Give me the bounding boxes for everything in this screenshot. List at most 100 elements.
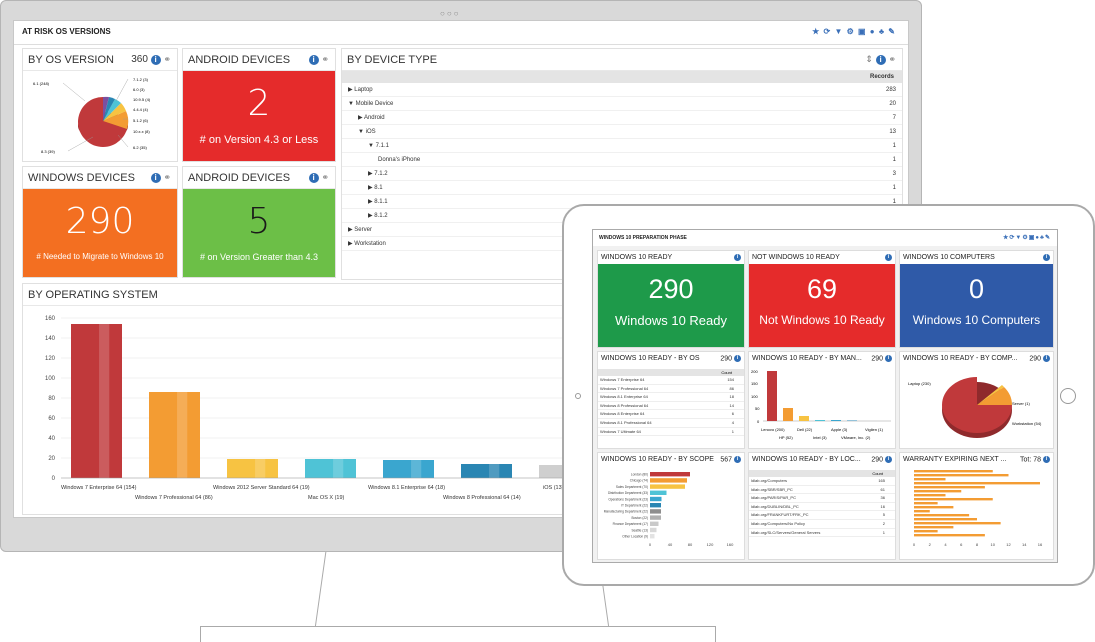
expand-icon[interactable]: ▼: [358, 129, 366, 135]
warranty-bar[interactable]: [914, 498, 993, 501]
panel-header: WARRANTY EXPIRING NEXT ... Tot: 78 i: [900, 453, 1053, 466]
table-row[interactable]: ldlab.org/Computers/No Policy 2: [749, 520, 895, 529]
count-header[interactable]: Count: [598, 369, 744, 376]
bar-4[interactable]: [383, 460, 434, 478]
table-row[interactable]: Windows 8 Professional 64 14: [598, 402, 744, 411]
not-ready-tile[interactable]: 69 Not Windows 10 Ready: [749, 264, 895, 347]
bar-3[interactable]: [305, 459, 356, 478]
link-icon[interactable]: ⚭: [321, 54, 329, 65]
expand-icon[interactable]: ▼: [368, 143, 376, 149]
link-icon[interactable]: ⚭: [888, 54, 896, 65]
table-row[interactable]: ldlab.org/DUBLIN/DBL_PC 16: [749, 503, 895, 512]
info-icon[interactable]: i: [1043, 254, 1050, 261]
warranty-bar[interactable]: [914, 510, 930, 513]
records-header[interactable]: Records: [342, 71, 902, 83]
computers-tile[interactable]: 0 Windows 10 Computers: [900, 264, 1053, 347]
table-row[interactable]: ldlab.org/PARIS/PAR_PC 36: [749, 494, 895, 503]
tree-row-label: 8.1.1: [374, 199, 388, 205]
scope-bar[interactable]: [650, 496, 662, 502]
expand-icon[interactable]: ▼: [348, 101, 356, 107]
ready-tile[interactable]: 290 Windows 10 Ready: [598, 264, 744, 347]
tablet-home-button[interactable]: [1060, 388, 1076, 404]
scope-bar[interactable]: [650, 509, 661, 514]
table-row[interactable]: ldlab.org/SLC/Servers/General Servers 1: [749, 529, 895, 538]
info-icon[interactable]: i: [1043, 355, 1050, 362]
warranty-bar[interactable]: [914, 526, 954, 529]
warranty-bar[interactable]: [914, 522, 1001, 525]
tree-row[interactable]: ▶ Laptop 283: [342, 83, 902, 97]
link-icon[interactable]: ⚭: [321, 172, 329, 183]
table-row[interactable]: ldlab.org/Computers 165: [749, 477, 895, 486]
tree-row[interactable]: ▼ 7.1.1 1: [342, 139, 902, 153]
warranty-bar[interactable]: [914, 474, 1009, 477]
sort-icon[interactable]: ⇕: [865, 54, 873, 65]
info-icon[interactable]: i: [885, 355, 892, 362]
info-icon[interactable]: i: [885, 254, 892, 261]
scope-bar[interactable]: [650, 478, 687, 483]
tree-row[interactable]: ▼ Mobile Device 20: [342, 97, 902, 111]
warranty-bar[interactable]: [914, 494, 946, 497]
info-icon[interactable]: i: [875, 54, 886, 65]
table-row[interactable]: ldlab.org/SBR/SBR_PC 61: [749, 486, 895, 495]
scope-bar[interactable]: [650, 521, 659, 526]
y-tick-label: 120: [45, 356, 56, 362]
count-header[interactable]: Count: [749, 470, 895, 477]
bar-1[interactable]: [149, 392, 200, 478]
info-icon[interactable]: i: [150, 172, 161, 183]
panel-title: WINDOWS 10 READY - BY MAN...: [752, 355, 862, 362]
link-icon[interactable]: ⚭: [163, 54, 171, 65]
info-icon[interactable]: i: [1043, 456, 1050, 463]
warranty-bar[interactable]: [914, 486, 985, 489]
scope-bar[interactable]: [650, 527, 657, 533]
scope-bar[interactable]: [650, 503, 661, 508]
bar-5[interactable]: [461, 464, 512, 478]
table-row[interactable]: Windows 8 Enterprise 64 6: [598, 410, 744, 419]
row-label: ldlab.org/SLC/Servers/General Servers: [751, 529, 821, 535]
y-tick-label: 0: [52, 476, 56, 482]
warranty-bar[interactable]: [914, 470, 993, 473]
info-icon[interactable]: i: [885, 456, 892, 463]
bar-highlight: [99, 324, 110, 478]
scope-bar[interactable]: [650, 472, 690, 477]
table-row[interactable]: Windows 7 Professional 64 86: [598, 385, 744, 394]
info-icon[interactable]: i: [308, 172, 319, 183]
bar-0[interactable]: [71, 324, 122, 478]
warranty-bar[interactable]: [914, 530, 938, 533]
link-icon[interactable]: ⚭: [163, 172, 171, 183]
dashboard-toolbar-icons[interactable]: ★ ⟳ ▼ ⚙ ▣ ● ♣ ✎: [812, 27, 896, 36]
android-high-tile[interactable]: 5 # on Version Greater than 4.3: [183, 189, 335, 277]
warranty-bar[interactable]: [914, 490, 962, 493]
scope-bar[interactable]: [650, 534, 655, 539]
tablet-toolbar-icons[interactable]: ★⟳▼⚙▣●♣✎: [1003, 234, 1051, 241]
table-row[interactable]: Windows 7 Ultimate 64 1: [598, 428, 744, 437]
info-icon[interactable]: i: [734, 355, 741, 362]
warranty-bar[interactable]: [914, 478, 946, 481]
table-row[interactable]: ldlab.org/FRANKFURT/FRK_PC 5: [749, 511, 895, 520]
info-icon[interactable]: i: [308, 54, 319, 65]
warranty-bar[interactable]: [914, 482, 1040, 485]
info-icon[interactable]: i: [734, 254, 741, 261]
scope-bar[interactable]: [650, 490, 667, 495]
tree-row[interactable]: Donna's iPhone 1: [342, 153, 902, 167]
windows-migrate-tile[interactable]: 290 # Needed to Migrate to Windows 10: [23, 189, 177, 277]
warranty-bar[interactable]: [914, 514, 970, 517]
tile-value: 290: [648, 274, 694, 304]
info-icon[interactable]: i: [150, 54, 161, 65]
warranty-bar[interactable]: [914, 518, 977, 521]
scope-bar[interactable]: [650, 484, 685, 489]
tree-row-label: 8.1.2: [374, 213, 388, 219]
info-icon[interactable]: i: [734, 456, 741, 463]
warranty-bar[interactable]: [914, 534, 985, 537]
table-row[interactable]: Windows 7 Enterprise 64 154: [598, 376, 744, 385]
warranty-bar[interactable]: [914, 502, 938, 505]
table-row[interactable]: Windows 8.1 Professional 64 4: [598, 419, 744, 428]
tree-row[interactable]: ▶ 8.1 1: [342, 181, 902, 195]
android-low-tile[interactable]: 2 # on Version 4.3 or Less: [183, 71, 335, 161]
bar-2[interactable]: [227, 459, 278, 478]
table-row[interactable]: Windows 8.1 Enterprise 64 18: [598, 393, 744, 402]
tree-row[interactable]: ▶ Android 7: [342, 111, 902, 125]
scope-bar[interactable]: [650, 515, 661, 520]
tree-row[interactable]: ▼ iOS 13: [342, 125, 902, 139]
warranty-bar[interactable]: [914, 506, 954, 509]
tree-row[interactable]: ▶ 7.1.2 3: [342, 167, 902, 181]
